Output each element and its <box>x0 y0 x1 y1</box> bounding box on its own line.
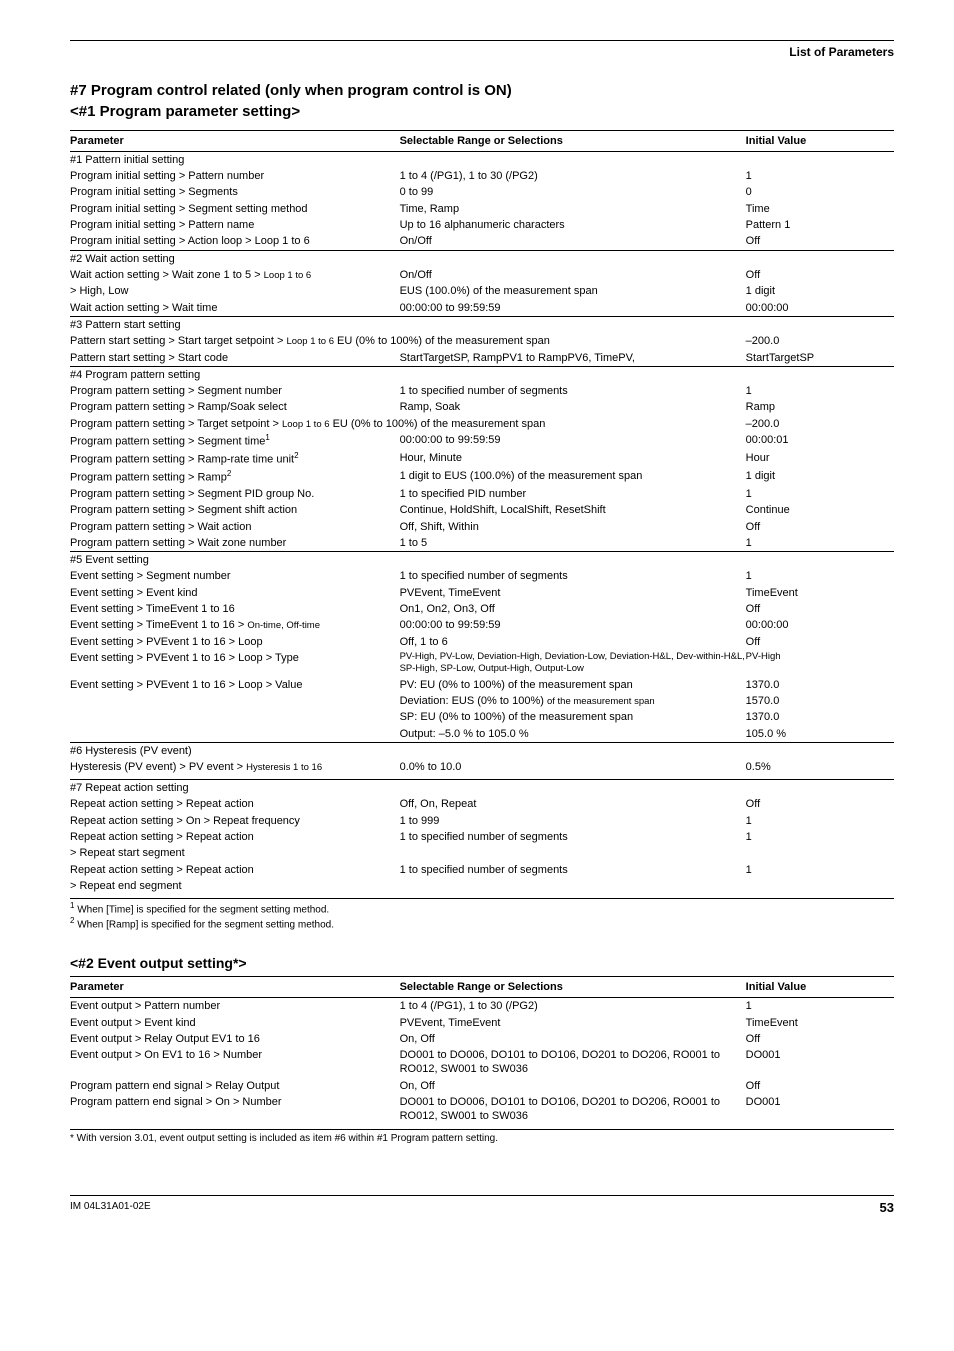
parameter-table-2: Parameter Selectable Range or Selections… <box>70 976 894 1125</box>
table-row: Program pattern end signal > Relay Outpu… <box>70 1078 894 1094</box>
table-row: Event output > Event kindPVEvent, TimeEv… <box>70 1015 894 1031</box>
table-row: Program initial setting > Pattern number… <box>70 168 894 184</box>
group-4-title: #4 Program pattern setting <box>70 366 894 383</box>
table-row: Program pattern setting > Ramp-rate time… <box>70 450 894 468</box>
footer-page-number: 53 <box>880 1200 894 1217</box>
table-row: Program pattern setting > Wait actionOff… <box>70 519 894 535</box>
group-2-title: #2 Wait action setting <box>70 250 894 267</box>
table-row: Repeat action setting > Repeat actionOff… <box>70 796 894 812</box>
group-3-title: #3 Pattern start setting <box>70 316 894 333</box>
main-heading: #7 Program control related (only when pr… <box>70 81 894 101</box>
table-row: > High, LowEUS (100.0%) of the measureme… <box>70 283 894 299</box>
page-footer: IM 04L31A01-02E 53 <box>70 1195 894 1217</box>
group-7-title: #7 Repeat action setting <box>70 780 894 797</box>
col-header-param: Parameter <box>70 976 400 997</box>
table-row: Event setting > TimeEvent 1 to 16On1, On… <box>70 601 894 617</box>
table-row: Pattern start setting > Start target set… <box>70 333 894 349</box>
table-row: Pattern start setting > Start codeStartT… <box>70 350 894 367</box>
table-row: Program pattern setting > Wait zone numb… <box>70 535 894 552</box>
table-row: Program pattern setting > Target setpoin… <box>70 416 894 432</box>
table-row: Event setting > PVEvent 1 to 16 > Loop >… <box>70 677 894 693</box>
table-row: SP: EU (0% to 100%) of the measurement s… <box>70 709 894 725</box>
group-6-title: #6 Hysteresis (PV event) <box>70 742 894 759</box>
table-row: Deviation: EUS (0% to 100%) of the measu… <box>70 693 894 709</box>
table-row: > Repeat end segment <box>70 878 894 894</box>
table-row: Program pattern setting > Ramp21 digit t… <box>70 468 894 486</box>
table-row: Repeat action setting > On > Repeat freq… <box>70 813 894 829</box>
table-row: Event setting > TimeEvent 1 to 16 > On-t… <box>70 617 894 633</box>
bottom-note: * With version 3.01, event output settin… <box>70 1129 894 1145</box>
col-header-range: Selectable Range or Selections <box>400 976 746 997</box>
table-row: Event output > On EV1 to 16 > NumberDO00… <box>70 1047 894 1078</box>
col-header-init: Initial Value <box>746 130 894 151</box>
col-header-range: Selectable Range or Selections <box>400 130 746 151</box>
table-row: Program pattern setting > Segment time10… <box>70 432 894 450</box>
table-row: Wait action setting > Wait time00:00:00 … <box>70 300 894 317</box>
sub-heading-2: <#2 Event output setting*> <box>70 954 894 972</box>
table-row: Event setting > PVEvent 1 to 16 > Loop >… <box>70 650 894 677</box>
table-row: Output: –5.0 % to 105.0 %105.0 % <box>70 726 894 743</box>
group-1-title: #1 Pattern initial setting <box>70 151 894 168</box>
sub-heading-1: <#1 Program parameter setting> <box>70 102 894 122</box>
header-rule <box>70 40 894 41</box>
col-header-init: Initial Value <box>746 976 894 997</box>
col-header-param: Parameter <box>70 130 400 151</box>
footer-doc-id: IM 04L31A01-02E <box>70 1200 151 1217</box>
table-row: Program pattern setting > Segment PID gr… <box>70 486 894 502</box>
table-row: > Repeat start segment <box>70 845 894 861</box>
table-row: Program pattern end signal > On > Number… <box>70 1094 894 1125</box>
table-row: Program initial setting > Segments0 to 9… <box>70 184 894 200</box>
table-row: Wait action setting > Wait zone 1 to 5 >… <box>70 267 894 283</box>
table-row: Repeat action setting > Repeat action1 t… <box>70 862 894 878</box>
table-row: Program pattern setting > Segment shift … <box>70 502 894 518</box>
table-row: Program initial setting > Action loop > … <box>70 233 894 250</box>
table-row: Event setting > Event kindPVEvent, TimeE… <box>70 585 894 601</box>
footnotes: 1 When [Time] is specified for the segme… <box>70 898 894 932</box>
table-row: Program initial setting > Segment settin… <box>70 201 894 217</box>
table-row: Program pattern setting > Segment number… <box>70 383 894 399</box>
table-row: Hysteresis (PV event) > PV event > Hyste… <box>70 759 894 775</box>
table-row: Program initial setting > Pattern nameUp… <box>70 217 894 233</box>
table-row: Event setting > PVEvent 1 to 16 > LoopOf… <box>70 634 894 650</box>
table-row: Repeat action setting > Repeat action1 t… <box>70 829 894 845</box>
table-row: Event output > Relay Output EV1 to 16On,… <box>70 1031 894 1047</box>
table-row: Event setting > Segment number1 to speci… <box>70 568 894 584</box>
parameter-table-1: Parameter Selectable Range or Selections… <box>70 130 894 895</box>
section-label: List of Parameters <box>70 45 894 61</box>
table-row: Program pattern setting > Ramp/Soak sele… <box>70 399 894 415</box>
table-row: Event output > Pattern number1 to 4 (/PG… <box>70 998 894 1015</box>
group-5-title: #5 Event setting <box>70 552 894 569</box>
